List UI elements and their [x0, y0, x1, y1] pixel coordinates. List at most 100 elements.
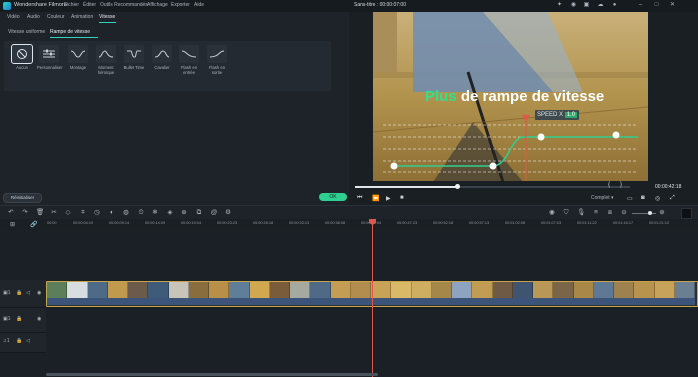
ruler-tick: 00:00: [47, 221, 57, 225]
ai-icon[interactable]: ⚙: [224, 209, 232, 217]
timeline-horizontal-scrollbar[interactable]: [46, 373, 378, 376]
split-audio-icon[interactable]: ⧉: [195, 209, 203, 217]
preview-timecode: 00:00:42:18: [655, 184, 682, 190]
clip-audio-waveform: [47, 298, 695, 305]
overlay-title-highlight: Plus: [425, 88, 457, 105]
eye-icon[interactable]: ◉: [37, 316, 41, 322]
volume-icon[interactable]: ◁: [26, 338, 30, 344]
timeline-ruler[interactable]: ⊞ 🔗 00:00 00:00:04:19 00:00:09:14 00:00:…: [0, 219, 698, 230]
menu-view[interactable]: Affichage: [147, 2, 168, 8]
link-icon[interactable]: 🔗: [30, 221, 37, 228]
seekbar-handle[interactable]: [454, 184, 460, 189]
ok-button[interactable]: OK: [319, 193, 347, 201]
menu-file[interactable]: Fichier: [64, 2, 79, 8]
add-track-icon[interactable]: ⊞: [10, 221, 15, 228]
active-tab-indicator: [99, 22, 116, 23]
ruler-tick: 00:00:57:13: [469, 221, 490, 225]
menu-export[interactable]: Exporter: [171, 2, 190, 8]
lock-icon[interactable]: 🔒: [16, 316, 22, 322]
motion-track-icon[interactable]: @: [210, 209, 218, 217]
list-icon[interactable]: ≡: [592, 209, 600, 217]
audio-track-header: ♫1 🔒 ◁: [0, 333, 46, 353]
stop-icon[interactable]: ■: [400, 195, 404, 201]
preset-jumper[interactable]: Cavalier: [150, 45, 174, 70]
tab-video[interactable]: Vidéo: [7, 14, 20, 20]
lock-icon[interactable]: 🔒: [16, 290, 22, 296]
ruler-tick: 00:00:19:04: [181, 221, 202, 225]
crop-icon[interactable]: ⌗: [79, 209, 87, 217]
cart-icon[interactable]: ▣: [583, 2, 590, 9]
menu-edit[interactable]: Éditer: [83, 2, 96, 8]
video-track-icon: ▣1: [3, 290, 11, 296]
snapshot-icon[interactable]: ◙: [641, 195, 645, 201]
tab-color[interactable]: Couleur: [47, 14, 65, 20]
eye-icon[interactable]: ◉: [37, 290, 41, 296]
color-icon[interactable]: ◐: [108, 209, 116, 217]
stabilize-icon[interactable]: ⊕: [180, 209, 188, 217]
zoom-slider-handle[interactable]: [648, 211, 652, 215]
zoom-slider[interactable]: [632, 213, 656, 214]
tab-speed[interactable]: Vitesse: [99, 14, 115, 20]
tab-animation[interactable]: Animation: [71, 14, 93, 20]
shield-icon[interactable]: ⛉: [562, 209, 570, 217]
close-icon[interactable]: ✕: [669, 2, 676, 9]
jumper-curve-icon: [154, 50, 170, 58]
subtab-uniform-speed[interactable]: Vitesse uniforme: [8, 29, 45, 35]
rewind-icon[interactable]: ⏪: [372, 195, 379, 202]
lock-icon[interactable]: 🔒: [16, 338, 22, 344]
preset-montage[interactable]: Montage: [66, 45, 90, 70]
document-title: Sans-titre : 00:00:07:00: [354, 2, 406, 8]
mark-in-icon[interactable]: {: [608, 182, 610, 188]
menu-help[interactable]: Aide: [194, 2, 204, 8]
preset-flash-out[interactable]: Flash en sortie: [205, 45, 229, 75]
account-icon[interactable]: ◉: [570, 2, 577, 9]
cut-icon[interactable]: ✂: [50, 209, 58, 217]
video-track-2-icon: ▣1: [3, 316, 11, 322]
ruler-tick: 00:00:28:18: [253, 221, 274, 225]
maximize-icon[interactable]: □: [653, 2, 660, 9]
preset-custom[interactable]: Personnaliser: [37, 45, 63, 70]
render-icon[interactable]: ◉: [548, 209, 556, 217]
preset-flash-in[interactable]: Flash en entrée: [177, 45, 201, 75]
undo-icon[interactable]: ↶: [7, 209, 15, 217]
speed-badge-value: 1.0: [564, 112, 578, 118]
lightbulb-icon[interactable]: ✦: [556, 2, 563, 9]
speed-icon[interactable]: ◷: [93, 209, 101, 217]
mark-out-icon[interactable]: }: [620, 182, 622, 188]
tag-icon[interactable]: ◇: [64, 209, 72, 217]
quality-select[interactable]: Complet ▾: [591, 195, 614, 201]
fullscreen-icon[interactable]: ⤢: [670, 195, 675, 202]
delete-icon[interactable]: 🗑: [36, 209, 44, 217]
zoom-in-icon[interactable]: ⊕: [658, 209, 666, 217]
redo-icon[interactable]: ↷: [21, 209, 29, 217]
microphone-icon[interactable]: 🎙: [577, 209, 585, 217]
layout-toggle-icon[interactable]: [681, 208, 692, 219]
snap-icon[interactable]: ⧈: [606, 209, 614, 217]
play-icon[interactable]: ▶: [386, 195, 391, 202]
tab-audio[interactable]: Audio: [27, 14, 40, 20]
preset-none[interactable]: Aucun: [10, 44, 34, 70]
custom-sliders-icon: [43, 49, 55, 58]
volume-icon[interactable]: ◎: [655, 195, 660, 202]
preset-hero-time[interactable]: Moment héroïque: [94, 45, 118, 75]
clip-thumbnails: [47, 282, 695, 298]
notification-icon[interactable]: ●: [611, 2, 618, 9]
audio-adjust-icon[interactable]: ◍: [122, 209, 130, 217]
subtab-speed-ramp[interactable]: Rampe de vitesse: [50, 29, 90, 35]
menu-tools[interactable]: Outils Recommandés: [100, 2, 148, 8]
reset-button[interactable]: Réinitialiser: [3, 193, 42, 203]
display-icon[interactable]: ▭: [627, 195, 633, 202]
preset-bullet-time[interactable]: Bullet Time: [122, 45, 146, 70]
timeline-toolbar: ↶ ↷ 🗑 ✂ ◇ ⌗ ◷ ◐ ◍ ⏲ ❄ ◈ ⊕ ⧉ @ ⚙ ◉ ⛉ 🎙 ≡ …: [0, 205, 698, 220]
prev-frame-icon[interactable]: ⏮: [357, 195, 362, 202]
freeze-icon[interactable]: ❄: [151, 209, 159, 217]
zoom-out-icon[interactable]: ⊖: [620, 209, 628, 217]
mute-icon[interactable]: ◁: [26, 290, 30, 296]
minimize-icon[interactable]: –: [637, 2, 644, 9]
active-subtab-indicator: [50, 37, 98, 38]
timeline-playhead[interactable]: [372, 219, 373, 377]
ruler-tick: 00:00:23:23: [217, 221, 238, 225]
timer-icon[interactable]: ⏲: [137, 209, 145, 217]
cloud-icon[interactable]: ☁: [597, 2, 604, 9]
keyframe-icon[interactable]: ◈: [166, 209, 174, 217]
